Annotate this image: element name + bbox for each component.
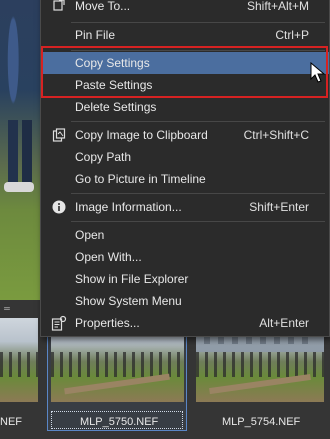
menu-item-shortcut: Ctrl+Shift+C — [243, 128, 309, 142]
menu-item-copy-image[interactable]: Copy Image to Clipboard Ctrl+Shift+C — [41, 124, 329, 146]
menu-item-go-to-timeline[interactable]: Go to Picture in Timeline — [41, 168, 329, 190]
properties-icon — [51, 315, 67, 331]
menu-separator — [71, 221, 325, 222]
menu-item-shortcut: Alt+Enter — [259, 316, 309, 330]
menu-separator — [71, 121, 325, 122]
menu-item-open[interactable]: Open — [41, 224, 329, 246]
menu-item-label: Paste Settings — [75, 78, 153, 92]
menu-item-label: Copy Settings — [75, 56, 150, 70]
menu-item-shortcut: Ctrl+P — [275, 28, 309, 42]
menu-item-label: Open With... — [75, 250, 142, 264]
menu-item-label: Pin File — [75, 28, 116, 42]
photo-detail — [8, 120, 18, 190]
menu-item-label: Copy Image to Clipboard — [75, 128, 208, 142]
menu-item-label: Move To... — [75, 0, 131, 13]
menu-item-pin-file[interactable]: Pin File Ctrl+P — [41, 24, 329, 46]
menu-item-delete-settings[interactable]: Delete Settings — [41, 96, 329, 118]
menu-separator — [71, 22, 325, 23]
menu-item-copy-path[interactable]: Copy Path — [41, 146, 329, 168]
menu-item-show-in-explorer[interactable]: Show in File Explorer — [41, 268, 329, 290]
menu-item-label: Go to Picture in Timeline — [75, 172, 206, 186]
menu-item-label: Delete Settings — [75, 100, 157, 114]
menu-item-label: Open — [75, 228, 105, 242]
menu-separator — [71, 50, 325, 51]
move-icon — [51, 0, 67, 14]
menu-item-copy-settings[interactable]: Copy Settings — [41, 52, 329, 74]
menu-item-label: Copy Path — [75, 150, 132, 164]
info-icon — [51, 199, 67, 215]
menu-item-open-with[interactable]: Open With... — [41, 246, 329, 268]
menu-item-properties[interactable]: Properties... Alt+Enter — [41, 312, 329, 334]
menu-item-image-information[interactable]: Image Information... Shift+Enter — [41, 196, 329, 218]
context-menu: Move To... Shift+Alt+M Pin File Ctrl+P C… — [40, 0, 330, 337]
menu-item-show-system-menu[interactable]: Show System Menu — [41, 290, 329, 312]
thumbnail-label: NEF — [0, 416, 22, 428]
menu-item-shortcut: Shift+Alt+M — [246, 0, 309, 13]
clipboard-icon — [51, 127, 67, 143]
thumbnail-label: MLP_5754.NEF — [222, 416, 301, 428]
menu-item-label: Image Information... — [75, 200, 182, 214]
menu-item-label: Properties... — [75, 316, 140, 330]
thumbnail-marker-icon: ═ — [4, 304, 10, 313]
menu-item-shortcut: Shift+Enter — [249, 200, 309, 214]
menu-item-label: Show in File Explorer — [75, 272, 189, 286]
main-photo-preview — [0, 0, 44, 300]
menu-item-paste-settings[interactable]: Paste Settings — [41, 74, 329, 96]
menu-item-move-to[interactable]: Move To... Shift+Alt+M — [41, 0, 329, 17]
menu-item-label: Show System Menu — [75, 294, 182, 308]
photo-detail — [4, 182, 34, 192]
mouse-cursor-icon — [310, 61, 326, 84]
photo-detail — [22, 120, 32, 190]
thumbnail-label: MLP_5750.NEF — [80, 416, 159, 428]
thumbnail-image[interactable] — [0, 318, 38, 402]
menu-separator — [71, 193, 325, 194]
